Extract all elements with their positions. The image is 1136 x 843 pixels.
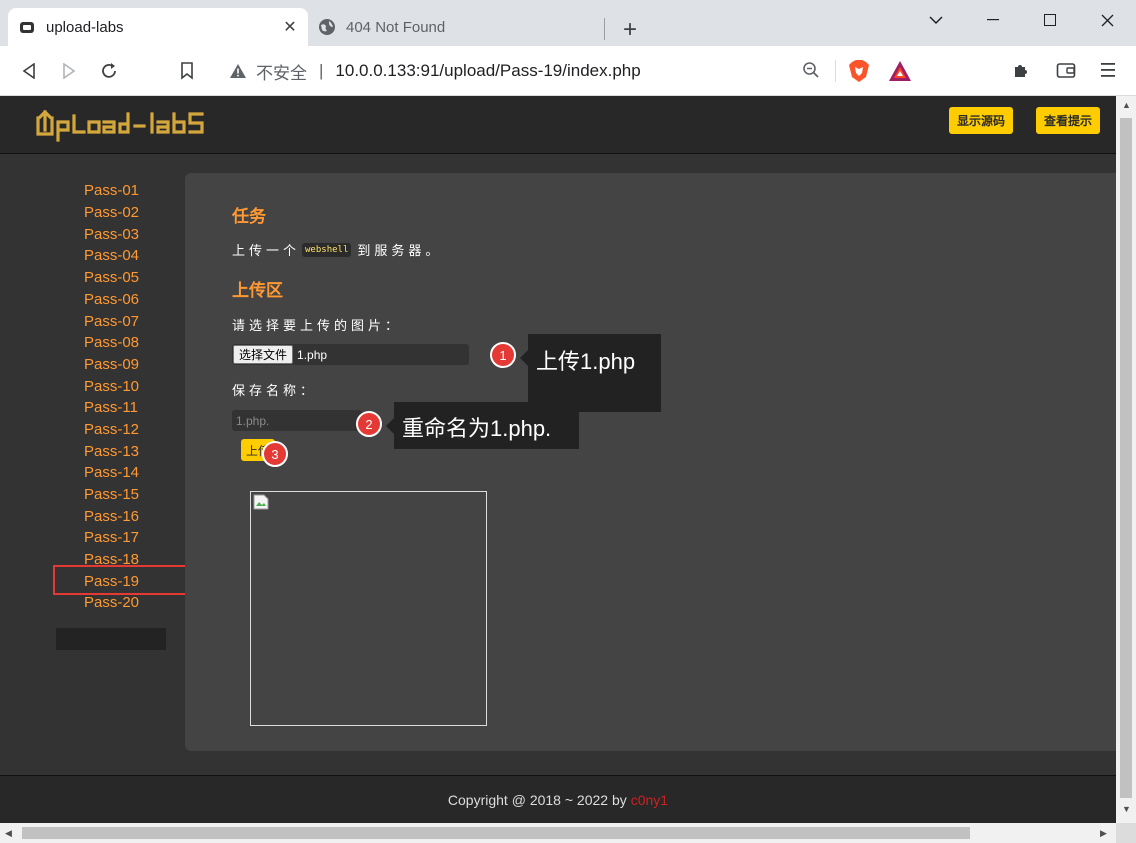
security-label[interactable]: 不安全 [256, 59, 307, 84]
extensions-icon[interactable] [1010, 58, 1034, 82]
sidebar-item-pass-04[interactable]: Pass-04 [84, 247, 139, 265]
task-text-before: 上传一个 [232, 243, 301, 258]
brave-shields-icon[interactable] [848, 59, 870, 83]
scroll-up-icon[interactable]: ▲ [1122, 100, 1131, 110]
callout-step-2: 重命名为1.php. [386, 402, 579, 449]
menu-icon[interactable] [1096, 58, 1120, 82]
tab-upload-labs[interactable]: upload-labs ✕ [8, 8, 308, 46]
file-input[interactable]: 选择文件 1.php [232, 344, 469, 365]
site-header: 显示源码 查看提示 [0, 96, 1116, 154]
callout-text: 上传1.php [536, 349, 636, 374]
sidebar-item-pass-02[interactable]: Pass-02 [84, 204, 139, 222]
save-name-label: 保存名称： [232, 383, 318, 398]
tab-divider [604, 18, 605, 40]
close-tab-icon[interactable]: ✕ [280, 17, 300, 37]
scroll-left-icon[interactable]: ◀ [5, 828, 12, 839]
scrollbar-corner [1116, 823, 1136, 843]
sidebar-item-pass-11[interactable]: Pass-11 [84, 399, 138, 417]
close-window-icon[interactable] [1092, 6, 1122, 34]
vertical-scroll-thumb[interactable] [1120, 118, 1132, 798]
address-bar[interactable]: 不安全 | 10.0.0.133:91/upload/Pass-19/index… [216, 53, 924, 89]
tab-404-not-found[interactable]: 404 Not Found [308, 8, 604, 46]
sidebar-item-pass-12[interactable]: Pass-12 [84, 421, 139, 439]
sidebar-item-pass-10[interactable]: Pass-10 [84, 378, 139, 396]
sidebar-item-pass-03[interactable]: Pass-03 [84, 226, 139, 244]
zoom-icon[interactable] [802, 61, 822, 81]
sidebar-item-pass-16[interactable]: Pass-16 [84, 508, 139, 526]
wallet-icon[interactable] [1054, 58, 1078, 82]
upload-labs-logo[interactable] [34, 104, 254, 149]
save-name-input[interactable]: 1.php. [232, 410, 362, 431]
globe-icon [318, 18, 336, 36]
scroll-right-icon[interactable]: ▶ [1100, 828, 1107, 839]
sidebar-item-pass-05[interactable]: Pass-05 [84, 269, 139, 287]
show-hint-button[interactable]: 查看提示 [1036, 107, 1101, 134]
tab-title: 404 Not Found [346, 18, 446, 36]
forward-icon[interactable] [56, 58, 82, 84]
tab-search-icon[interactable] [921, 6, 951, 34]
sidebar-item-pass-06[interactable]: Pass-06 [84, 291, 139, 309]
sidebar-item-pass-15[interactable]: Pass-15 [84, 486, 139, 504]
task-description: 上传一个 webshell 到服务器。 [232, 240, 442, 259]
step-marker-3: 3 [262, 441, 288, 467]
back-icon[interactable] [16, 58, 42, 84]
sidebar-item-pass-20[interactable]: Pass-20 [84, 594, 139, 612]
divider [835, 60, 836, 82]
scroll-down-icon[interactable]: ▼ [1122, 804, 1131, 814]
pass-sidebar: Pass-01 Pass-02 Pass-03 Pass-04 Pass-05 … [0, 155, 185, 775]
horizontal-scrollbar[interactable]: ◀ ▶ [0, 823, 1116, 843]
copyright-text: Copyright @ 2018 ~ 2022 by [447, 791, 627, 808]
maximize-icon[interactable] [1035, 6, 1065, 34]
sidebar-item-pass-08[interactable]: Pass-08 [84, 334, 139, 352]
warning-icon[interactable] [230, 63, 246, 79]
bookmark-icon[interactable] [174, 58, 200, 84]
browser-tab-strip: upload-labs ✕ 404 Not Found + [0, 0, 1136, 46]
step-marker-2: 2 [356, 411, 382, 437]
callout-text: 重命名为1.php. [402, 416, 552, 441]
task-text-after: 到服务器。 [357, 243, 443, 258]
main-panel: 任务 上传一个 webshell 到服务器。 上传区 请选择要上传的图片： 选择… [185, 173, 1116, 751]
sidebar-item-pass-09[interactable]: Pass-09 [84, 356, 139, 374]
task-heading: 任务 [232, 207, 266, 226]
choose-file-button[interactable]: 选择文件 [233, 345, 294, 364]
upload-heading: 上传区 [232, 281, 283, 300]
browser-toolbar: 不安全 | 10.0.0.133:91/upload/Pass-19/index… [0, 46, 1136, 96]
show-source-button[interactable]: 显示源码 [949, 107, 1014, 134]
sidebar-item-pass-13[interactable]: Pass-13 [84, 443, 139, 461]
sidebar-item-pass-01[interactable]: Pass-01 [84, 182, 139, 200]
reload-icon[interactable] [96, 58, 122, 84]
minimize-icon[interactable] [978, 6, 1008, 34]
broken-image-icon [253, 494, 269, 510]
url-text[interactable]: 10.0.0.133:91/upload/Pass-19/index.php [335, 61, 640, 81]
horizontal-scroll-thumb[interactable] [22, 827, 970, 839]
task-code: webshell [302, 242, 352, 257]
select-file-label: 请选择要上传的图片： [232, 318, 403, 333]
vertical-scrollbar[interactable]: ▲ ▼ [1116, 96, 1136, 823]
callout-step-1: 上传1.php [520, 334, 661, 412]
sidebar-item-pass-07[interactable]: Pass-07 [84, 313, 139, 331]
bat-rewards-icon[interactable] [888, 60, 912, 82]
author-link[interactable]: c0ny1 [631, 792, 668, 808]
upload-labs-favicon-icon [18, 18, 36, 36]
page-content: 显示源码 查看提示 Pass-01 Pass-02 Pass-03 Pass-0… [0, 96, 1116, 823]
site-footer: Copyright @ 2018 ~ 2022 by c0ny1 [0, 775, 1116, 823]
active-item-highlight [56, 628, 166, 650]
selected-file-name: 1.php [297, 347, 328, 362]
new-tab-button[interactable]: + [616, 16, 644, 44]
step-marker-1: 1 [490, 342, 516, 368]
sidebar-item-pass-14[interactable]: Pass-14 [84, 464, 139, 482]
sidebar-item-pass-17[interactable]: Pass-17 [84, 529, 139, 547]
uploaded-image-preview [250, 491, 487, 726]
logo-graphic [36, 109, 204, 142]
tab-title: upload-labs [46, 18, 124, 36]
highlight-box-pass-19 [53, 565, 196, 595]
separator: | [319, 61, 324, 80]
